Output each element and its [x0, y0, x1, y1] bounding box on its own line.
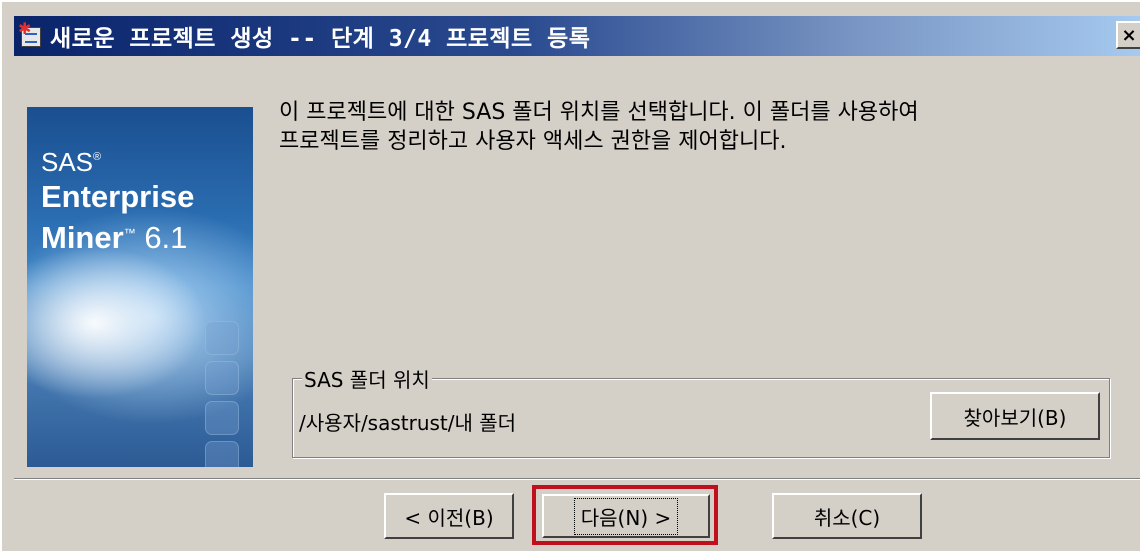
folder-location-label: SAS 폴더 위치: [302, 364, 432, 393]
project-wizard-dialog: ✱ 새로운 프로젝트 생성 -- 단계 3/4 프로젝트 등록 × SAS® E…: [0, 0, 1140, 551]
next-button-label: 다음(N) >: [573, 497, 679, 535]
cancel-button-label: 취소(C): [813, 505, 881, 530]
window-title: 새로운 프로젝트 생성 -- 단계 3/4 프로젝트 등록: [50, 26, 591, 52]
next-button[interactable]: 다음(N) >: [542, 494, 710, 538]
banner-decoration: [205, 441, 239, 467]
title-bar[interactable]: ✱ 새로운 프로젝트 생성 -- 단계 3/4 프로젝트 등록 ×: [14, 16, 1140, 56]
banner-product-line1: Enterprise: [41, 179, 195, 214]
back-button[interactable]: < 이전(B): [384, 493, 514, 539]
back-button-label: < 이전(B): [404, 505, 494, 530]
banner-decoration: [205, 361, 239, 395]
close-button[interactable]: ×: [1116, 21, 1140, 49]
product-banner: SAS® Enterprise Miner™ 6.1: [27, 107, 253, 467]
folder-path-value: /사용자/sastrust/내 폴더: [299, 411, 517, 435]
footer-separator: [14, 478, 1140, 480]
app-icon: ✱: [18, 21, 44, 49]
banner-decoration: [205, 321, 239, 355]
browse-button-label: 찾아보기(B): [963, 405, 1067, 430]
banner-product-line2: Miner™ 6.1: [41, 220, 188, 255]
cancel-button[interactable]: 취소(C): [772, 493, 922, 539]
step-description: 이 프로젝트에 대한 SAS 폴더 위치를 선택합니다. 이 폴더를 사용하여 …: [279, 100, 919, 154]
browse-button[interactable]: 찾아보기(B): [930, 392, 1100, 440]
banner-decoration: [205, 401, 239, 435]
banner-brand: SAS®: [41, 147, 102, 177]
close-icon: ×: [1121, 24, 1137, 46]
